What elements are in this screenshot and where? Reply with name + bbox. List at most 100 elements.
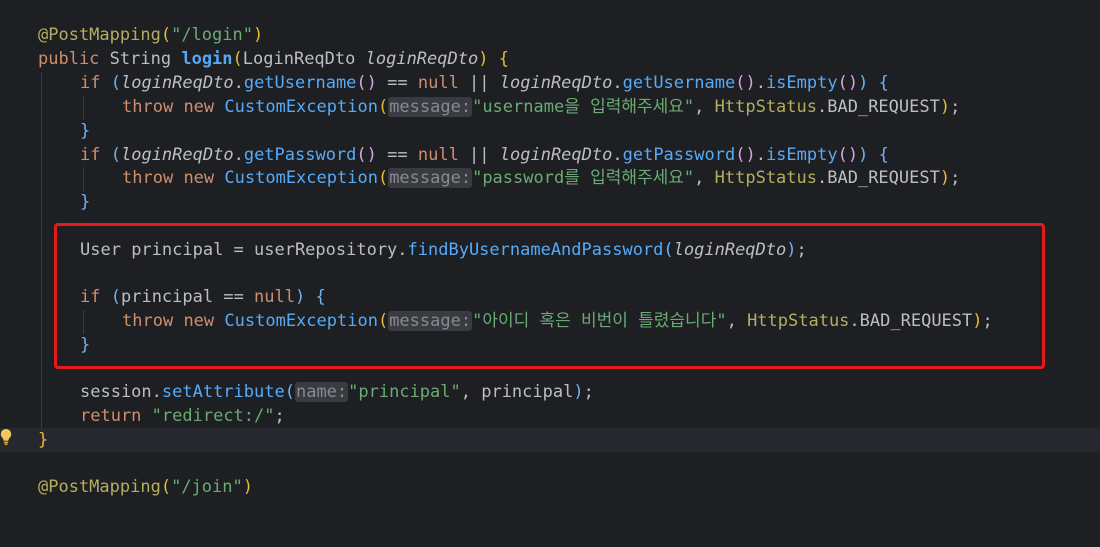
code-line[interactable]: if (principal == null) { [0,285,1100,309]
code-token: public String login(LoginReqDto loginReq… [38,47,509,71]
code-token: loginReqDto [499,73,613,93]
code-token: User [80,240,121,260]
code-token: new [183,168,215,188]
code-token: ( [232,49,243,69]
code-token: return [80,406,142,426]
code-line[interactable]: if (loginReqDto.getUsername() == null ||… [0,71,1100,95]
code-line[interactable]: } [0,119,1100,143]
code-token: if (loginReqDto.getPassword() == null ||… [80,143,889,167]
code-token: loginReqDto [499,145,613,165]
code-token: getPassword [243,145,357,165]
code-token: getPassword [622,145,736,165]
code-token: { [498,49,509,69]
code-token: ) [478,49,489,69]
code-token: { [878,73,889,93]
code-token: ( [110,73,121,93]
code-token: || [458,145,500,165]
code-token: "/login" [171,25,253,45]
code-token: User principal = userRepository.findByUs… [80,238,807,262]
code-token: ) [242,477,253,497]
code-token: ) [573,382,584,402]
code-token: || [458,73,500,93]
code-token: "password를 입력해주세요" [472,168,695,188]
code-token: , [694,97,715,117]
code-line[interactable]: User principal = userRepository.findByUs… [0,238,1100,262]
code-token: CustomException [224,97,378,117]
code-token: () [356,145,377,165]
code-token: BAD_REQUEST [827,97,940,117]
code-token: . [817,168,828,188]
code-token: ( [110,145,121,165]
code-token: throw new CustomException(message:"아이디 혹… [122,309,993,333]
code-token: . [233,145,244,165]
code-token: ) [858,73,869,93]
code-token: () [837,73,859,93]
parameter-hint: message: [388,168,473,188]
code-token: getUsername [243,73,357,93]
code-line[interactable]: @PostMapping("/join") [0,475,1100,499]
code-line[interactable]: if (loginReqDto.getPassword() == null ||… [0,143,1100,167]
code-token: ; [950,97,961,117]
code-token: ) [252,25,264,45]
code-token: ( [377,97,389,117]
code-token: . [755,73,766,93]
code-token: () [735,145,756,165]
code-line[interactable]: throw new CustomException(message:"아이디 혹… [0,309,1100,333]
code-token: { [878,145,889,165]
code-token: "redirect:/" [151,406,275,426]
code-token: } [80,335,91,355]
code-token: ; [583,382,594,402]
code-line[interactable]: session.setAttribute(name:"principal", p… [0,380,1100,404]
code-token: throw [122,168,174,188]
code-line[interactable]: @PostMapping("/login") [0,23,1100,47]
code-token: if (principal == null) { [80,285,326,309]
code-line[interactable]: throw new CustomException(message:"usern… [0,95,1100,119]
code-token: . [755,145,766,165]
code-token: null [254,287,295,307]
code-line[interactable]: return "redirect:/"; [0,404,1100,428]
code-token: loginReqDto [120,145,234,165]
code-token: setAttribute [161,382,285,402]
lightbulb-icon[interactable] [0,428,12,446]
code-token: throw new CustomException(message:"passw… [122,166,960,190]
code-token: ( [377,311,389,331]
code-token: if (loginReqDto.getUsername() == null ||… [80,71,889,95]
code-line[interactable]: public String login(LoginReqDto loginReq… [0,47,1100,71]
code-editor[interactable]: @PostMapping("/login") public String log… [0,0,1100,498]
code-token: ( [377,168,389,188]
code-token: } [38,430,49,450]
parameter-hint: message: [388,311,473,331]
code-token: ( [110,287,121,307]
code-line[interactable]: } [0,333,1100,357]
code-token: CustomException [224,168,378,188]
code-token: ; [950,168,961,188]
code-token: ( [663,240,674,260]
code-token: ) [858,145,869,165]
code-line[interactable]: throw new CustomException(message:"passw… [0,166,1100,190]
code-token: public [38,49,100,69]
code-token: ; [274,406,285,426]
code-token: () [735,73,756,93]
code-token: session.setAttribute(name:"principal", p… [80,380,594,404]
code-token: loginReqDto [365,49,479,69]
code-token: ( [160,25,172,45]
code-token: null [417,145,459,165]
code-token: HttpStatus [714,168,817,188]
code-line[interactable]: } [0,190,1100,214]
code-token: findByUsernameAndPassword [407,240,664,260]
code-token: @PostMapping [38,25,161,45]
code-token: throw new CustomException(message:"usern… [122,95,960,119]
code-token: () [356,73,377,93]
current-code-line[interactable]: } [0,428,1100,452]
code-token: loginReqDto [120,73,234,93]
code-token: ) [939,97,951,117]
code-token: , [726,311,748,331]
code-token: ; [982,311,993,331]
